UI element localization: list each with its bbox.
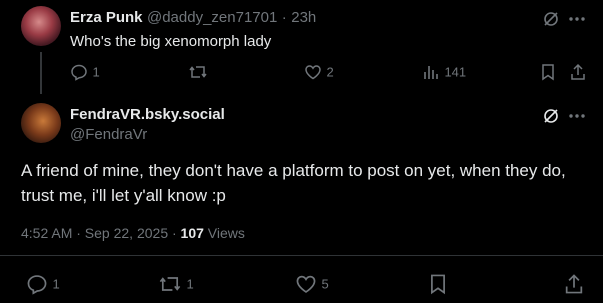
reply-text: Who's the big xenomorph lady (70, 33, 272, 50)
share-icon[interactable] (563, 273, 585, 295)
more-icon[interactable] (568, 113, 586, 119)
post-text: A friend of mine, they don't have a plat… (21, 158, 566, 208)
grok-icon[interactable] (542, 107, 560, 125)
post-timestamp[interactable]: 4:52 AM · Sep 22, 2025 · (21, 225, 177, 241)
action-bar-divider (0, 255, 603, 256)
more-icon[interactable] (568, 16, 586, 22)
post-display-name[interactable]: FendraVR.bsky.social (70, 106, 225, 123)
bookmark-icon[interactable] (540, 63, 556, 81)
post-text-line-2: trust me, i'll let y'all know :p (21, 186, 226, 205)
reply-icon (26, 273, 48, 295)
post-reply-count: 1 (52, 276, 60, 292)
post-author-avatar[interactable] (21, 103, 61, 143)
reply-handle[interactable]: @daddy_zen71701 (147, 9, 277, 26)
reply-display-name[interactable]: Erza Punk (70, 9, 143, 26)
reply-repost-button[interactable] (188, 63, 208, 86)
post-like-button[interactable]: 5 (295, 273, 329, 295)
reply-reply-button[interactable]: 1 (70, 63, 100, 81)
post-views-count: 107 (180, 225, 204, 241)
post-meta: 4:52 AM · Sep 22, 2025 · 107 Views (21, 225, 245, 241)
post-text-line-1: A friend of mine, they don't have a plat… (21, 161, 566, 180)
reply-views-button[interactable]: 141 (422, 63, 466, 81)
reply-reply-count: 1 (92, 64, 100, 80)
post-like-count: 5 (321, 276, 329, 292)
reply-views-count: 141 (444, 64, 467, 80)
post-repost-button[interactable]: 1 (158, 273, 194, 295)
post-handle[interactable]: @FendraVr (70, 126, 147, 143)
repost-icon (158, 273, 182, 295)
post-reply-button[interactable]: 1 (26, 273, 60, 295)
reply-like-button[interactable]: 2 (304, 63, 334, 81)
like-icon (304, 63, 322, 81)
like-icon (295, 273, 317, 295)
reply-header: Erza Punk @daddy_zen71701 · 23h (70, 9, 316, 27)
grok-icon[interactable] (542, 10, 560, 28)
reply-time[interactable]: 23h (291, 9, 316, 26)
reply-author-avatar[interactable] (21, 6, 61, 46)
views-icon (422, 63, 440, 81)
reply-icon (70, 63, 88, 81)
reply-like-count: 2 (326, 64, 334, 80)
thread-connector-line (40, 52, 42, 94)
repost-icon (188, 63, 208, 81)
share-icon[interactable] (569, 63, 587, 81)
reply-separator: · (281, 9, 287, 26)
post-views-label: Views (207, 225, 245, 241)
bookmark-icon[interactable] (428, 273, 448, 295)
post-repost-count: 1 (186, 276, 194, 292)
